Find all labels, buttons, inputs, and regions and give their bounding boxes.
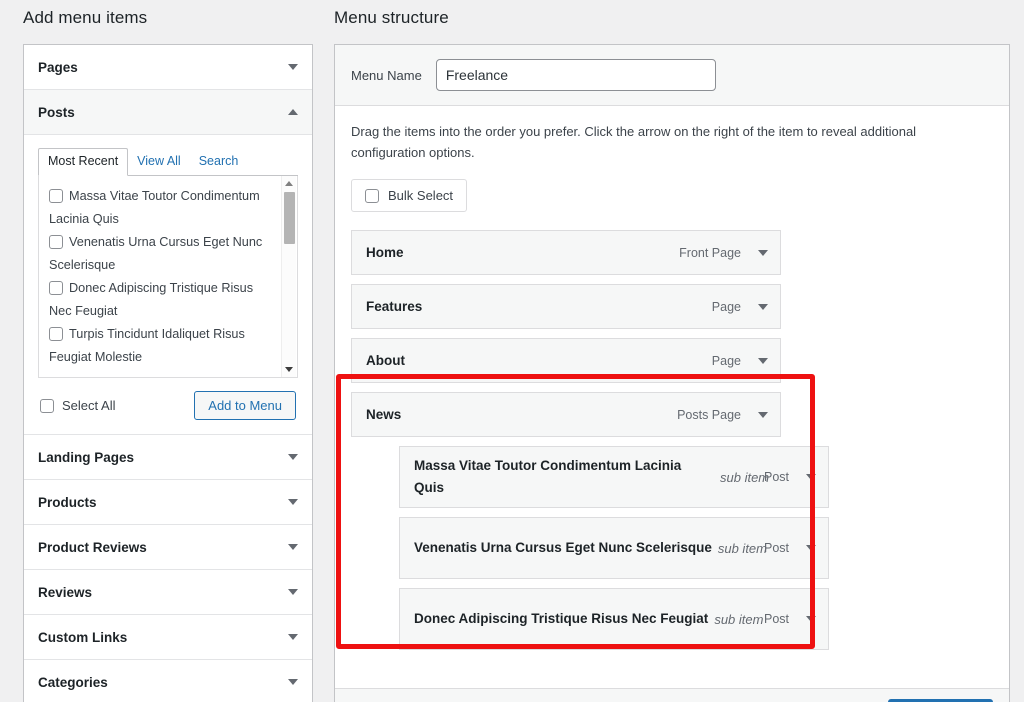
menu-name-label: Menu Name [351, 67, 422, 83]
menu-item-news[interactable]: News Posts Page [351, 392, 781, 437]
menu-item-title: Home [366, 245, 404, 260]
chevron-down-icon[interactable] [288, 679, 298, 685]
menu-sub-item-tag: sub item [720, 469, 770, 485]
tab-search[interactable]: Search [190, 149, 248, 175]
list-item[interactable]: Turpis Tincidunt Idaliquet Risus Feugiat… [49, 323, 277, 369]
menu-sub-items-list: Massa Vitae Toutor Condimentum Lacinia Q… [399, 446, 993, 650]
list-item-label: Venenatis Urna Cursus Eget Nunc Sceleris… [49, 235, 263, 272]
chevron-down-icon[interactable] [288, 589, 298, 595]
posts-list-footer: Select All Add to Menu [38, 378, 298, 422]
chevron-down-icon[interactable] [758, 357, 768, 364]
chevron-down-icon[interactable] [806, 474, 816, 480]
accordion-posts[interactable]: Posts [24, 90, 312, 135]
posts-list-scrollbar[interactable] [281, 176, 296, 377]
posts-tabs: Most Recent View All Search [38, 148, 298, 176]
accordion-custom-links[interactable]: Custom Links [24, 615, 312, 660]
menu-sub-item-type: Post [763, 541, 789, 555]
accordion-reviews[interactable]: Reviews [24, 570, 312, 615]
posts-panel-body: Most Recent View All Search Massa Vitae … [24, 135, 312, 435]
menu-sub-item[interactable]: Venenatis Urna Cursus Eget Nunc Sceleris… [399, 517, 829, 579]
list-item-label: Turpis Tincidunt Idaliquet Risus Feugiat… [49, 327, 245, 364]
list-item[interactable]: Venenatis Urna Cursus Eget Nunc Sceleris… [49, 231, 277, 277]
tab-view-all[interactable]: View All [128, 149, 190, 175]
menu-sub-item-tag: sub item [714, 611, 764, 627]
menu-sub-item-title: Venenatis Urna Cursus Eget Nunc Sceleris… [414, 540, 712, 555]
accordion-product-reviews[interactable]: Product Reviews [24, 525, 312, 570]
accordion-custom-links-label: Custom Links [38, 629, 128, 645]
add-to-menu-button[interactable]: Add to Menu [194, 391, 296, 420]
accordion-landing-pages-label: Landing Pages [38, 449, 135, 465]
chevron-down-icon[interactable] [758, 249, 768, 256]
add-menu-items-heading: Add menu items [23, 8, 148, 27]
chevron-down-icon[interactable] [288, 634, 298, 640]
chevron-down-icon[interactable] [806, 545, 816, 551]
checkbox-icon[interactable] [49, 281, 63, 295]
scroll-up-arrow-icon[interactable] [285, 181, 293, 186]
menu-item-type: Page [711, 299, 741, 314]
accordion-products[interactable]: Products [24, 480, 312, 525]
accordion-pages-label: Pages [38, 59, 78, 75]
menu-name-bar: Menu Name [335, 45, 1009, 106]
accordion-posts-label: Posts [38, 104, 75, 120]
menu-sub-item-type: Post [763, 612, 789, 626]
posts-list[interactable]: Massa Vitae Toutor Condimentum Lacinia Q… [38, 176, 298, 378]
menu-sub-item-type: Post [763, 470, 789, 484]
accordion-reviews-label: Reviews [38, 584, 93, 600]
menu-item-home[interactable]: Home Front Page [351, 230, 781, 275]
list-item-label: Donec Adipiscing Tristique Risus Nec Feu… [49, 281, 254, 318]
menu-item-title: Features [366, 299, 423, 314]
chevron-down-icon[interactable] [288, 544, 298, 550]
select-all-control[interactable]: Select All [40, 398, 115, 413]
menu-structure-panel: Menu Name Drag the items into the order … [334, 44, 1010, 702]
scrollbar-thumb[interactable] [284, 192, 295, 244]
chevron-down-icon[interactable] [758, 411, 768, 418]
menu-structure-body: Drag the items into the order you prefer… [335, 106, 1009, 650]
menu-name-input[interactable] [435, 59, 716, 91]
menu-item-type: Posts Page [677, 407, 741, 422]
menu-item-about[interactable]: About Page [351, 338, 781, 383]
tab-most-recent[interactable]: Most Recent [38, 148, 129, 176]
scroll-down-arrow-icon[interactable] [285, 367, 293, 372]
menu-structure-heading: Menu structure [334, 8, 449, 27]
accordion-landing-pages[interactable]: Landing Pages [24, 435, 312, 480]
chevron-down-icon[interactable] [288, 499, 298, 505]
menu-editor-page: Add menu items Menu structure Pages Post… [0, 0, 1024, 702]
add-menu-items-panel: Pages Posts Most Recent View All Search … [23, 44, 313, 702]
menu-item-title: News [366, 407, 402, 422]
checkbox-icon[interactable] [49, 327, 63, 341]
checkbox-icon[interactable] [40, 398, 54, 413]
chevron-down-icon[interactable] [288, 454, 298, 460]
list-item[interactable]: Massa Vitae Toutor Condimentum Lacinia Q… [49, 185, 277, 231]
menu-item-title: About [366, 353, 405, 368]
menu-item-type: Page [711, 353, 741, 368]
bulk-select-toggle[interactable]: Bulk Select [351, 179, 468, 212]
menu-sub-item[interactable]: Massa Vitae Toutor Condimentum Lacinia Q… [399, 446, 829, 508]
menu-action-bar: Delete Menu Save Menu [335, 688, 1009, 702]
select-all-label: Select All [62, 398, 116, 413]
menu-item-features[interactable]: Features Page [351, 284, 781, 329]
menu-sub-item[interactable]: Donec Adipiscing Tristique Risus Nec Feu… [399, 588, 829, 650]
chevron-down-icon[interactable] [806, 616, 816, 622]
structure-help-text: Drag the items into the order you prefer… [351, 124, 917, 160]
list-item[interactable]: Donec Adipiscing Tristique Risus Nec Feu… [49, 277, 277, 323]
menu-sub-item-title: Massa Vitae Toutor Condimentum Lacinia Q… [414, 458, 682, 495]
menu-sub-item-title: Donec Adipiscing Tristique Risus Nec Feu… [414, 611, 709, 626]
accordion-categories-label: Categories [38, 674, 108, 690]
chevron-down-icon[interactable] [758, 303, 768, 310]
checkbox-icon[interactable] [49, 235, 63, 249]
checkbox-icon[interactable] [49, 189, 63, 203]
accordion-pages[interactable]: Pages [24, 45, 312, 90]
menu-item-type: Front Page [679, 245, 741, 260]
checkbox-icon[interactable] [365, 188, 379, 203]
list-item-label: Massa Vitae Toutor Condimentum Lacinia Q… [49, 189, 260, 226]
chevron-down-icon[interactable] [288, 64, 298, 70]
bulk-select-label: Bulk Select [388, 188, 454, 203]
accordion-categories[interactable]: Categories [24, 660, 312, 702]
chevron-up-icon[interactable] [288, 109, 298, 115]
menu-sub-item-tag: sub item [717, 540, 767, 556]
accordion-product-reviews-label: Product Reviews [38, 539, 147, 555]
menu-items-list: Home Front Page Features Page About Page… [351, 230, 993, 650]
accordion-products-label: Products [38, 494, 97, 510]
